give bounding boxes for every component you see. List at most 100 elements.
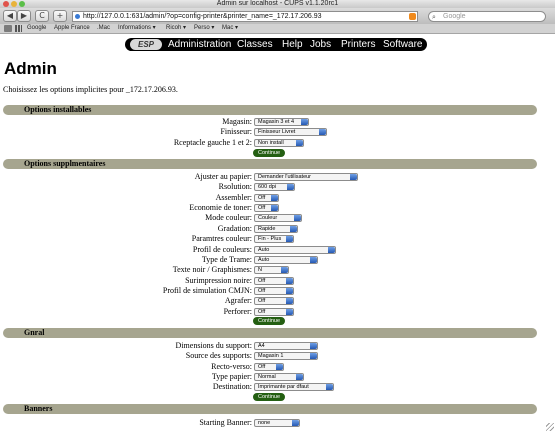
option-select-perforer[interactable]: Off (254, 308, 294, 316)
select-arrow-icon (301, 119, 308, 125)
option-select-assembler[interactable]: Off (254, 194, 279, 202)
bookmarks-book-icon[interactable] (4, 25, 12, 32)
nav-jobs[interactable]: Jobs (310, 38, 331, 51)
continue-button[interactable]: Continue (253, 149, 285, 157)
window-titlebar: Admin sur localhost - CUPS v1.1.20rc1 (0, 0, 555, 8)
option-select-starting-banner[interactable]: none (254, 419, 300, 427)
address-bar[interactable]: http://127.0.0.1:631/admin/?op=config-pr… (72, 11, 418, 22)
option-select-texte-noir[interactable]: N (254, 266, 289, 274)
esp-logo[interactable]: ESP (130, 39, 162, 50)
intro-text: Choisissez les options implicites pour _… (3, 85, 178, 94)
select-arrow-icon (271, 205, 278, 211)
option-label: Mode couleur: (205, 213, 252, 222)
select-arrow-icon (271, 195, 278, 201)
option-label: Recto-verso: (211, 362, 252, 371)
option-label: Type de Trame: (201, 255, 252, 264)
option-label: Dimensions du support: (175, 341, 252, 350)
option-label: Texte noir / Graphismes: (172, 265, 252, 274)
zoom-window-icon[interactable] (19, 1, 25, 7)
option-label: Magasin: (222, 117, 252, 126)
select-arrow-icon (276, 364, 283, 370)
section-header-general: Gnral (3, 328, 537, 338)
option-select-gradation[interactable]: Rapide (254, 225, 298, 233)
option-label: Rsolution: (218, 182, 252, 191)
bookmark-informations[interactable]: Informations ▾ (118, 24, 156, 33)
select-arrow-icon (350, 174, 357, 180)
select-arrow-icon (328, 247, 335, 253)
option-label: Economie de toner: (189, 203, 252, 212)
bookmark-apple-france[interactable]: Apple France (54, 24, 90, 33)
nav-administration[interactable]: Administration (168, 38, 231, 51)
option-label: Profil de simulation CMJN: (162, 286, 252, 295)
select-arrow-icon (286, 236, 293, 242)
minimize-window-icon[interactable] (11, 1, 17, 7)
reload-button[interactable]: C (35, 10, 49, 22)
option-select-source[interactable]: Magasin 1 (254, 352, 318, 360)
option-label: Destination: (212, 382, 252, 391)
select-arrow-icon (286, 288, 293, 294)
nav-help[interactable]: Help (282, 38, 303, 51)
option-select-dimensions[interactable]: A4 (254, 342, 318, 350)
option-select-resolution[interactable]: 600 dpi (254, 183, 295, 191)
select-arrow-icon (287, 184, 294, 190)
option-select-finisseur[interactable]: Finisseur Livret (254, 128, 327, 136)
select-arrow-icon (286, 278, 293, 284)
option-label: Source des supports: (185, 351, 252, 360)
bookmarks-bar: Google Apple France .Mac Informations ▾ … (0, 24, 555, 34)
option-select-type-trame[interactable]: Auto (254, 256, 318, 264)
rss-icon[interactable] (409, 13, 416, 20)
option-label: Type papier: (211, 372, 252, 381)
option-label: Agrafer: (224, 296, 252, 305)
option-select-agrafer[interactable]: Off (254, 297, 294, 305)
option-select-recto-verso[interactable]: Off (254, 363, 284, 371)
option-select-type-papier[interactable]: Normal (254, 373, 304, 381)
option-label: Ajuster au papier: (194, 172, 252, 181)
continue-button[interactable]: Continue (253, 317, 285, 325)
close-window-icon[interactable] (3, 1, 9, 7)
select-arrow-icon (310, 257, 317, 263)
bookmark-mac[interactable]: .Mac (97, 24, 110, 33)
add-bookmark-button[interactable]: + (53, 10, 67, 22)
select-arrow-icon (286, 309, 293, 315)
option-select-parametres-couleur[interactable]: Fin - Plus (254, 235, 294, 243)
search-field[interactable]: ⌕ Google (428, 11, 546, 22)
option-select-ajuster[interactable]: Demander l'utilisateur (254, 173, 358, 181)
bookmarks-grid-icon[interactable] (15, 25, 22, 32)
select-arrow-icon (326, 384, 333, 390)
option-select-receptacle[interactable]: Non install (254, 139, 304, 147)
bookmark-google[interactable]: Google (27, 24, 46, 33)
option-select-mode-couleur[interactable]: Couleur (254, 214, 302, 222)
nav-classes[interactable]: Classes (237, 38, 273, 51)
select-arrow-icon (310, 343, 317, 349)
search-placeholder: Google (443, 13, 466, 20)
option-select-profil-cmjn[interactable]: Off (254, 287, 294, 295)
option-select-magasin[interactable]: Magasin 3 et 4 (254, 118, 309, 126)
option-label: Profil de couleurs: (192, 245, 252, 254)
nav-software[interactable]: Software (383, 38, 422, 51)
select-arrow-icon (294, 215, 301, 221)
option-label: Starting Banner: (199, 418, 252, 427)
option-label: Surimpression noire: (185, 276, 252, 285)
option-label: Paramtres couleur: (191, 234, 252, 243)
bookmark-ricoh[interactable]: Ricoh ▾ (166, 24, 186, 33)
nav-printers[interactable]: Printers (341, 38, 375, 51)
option-select-destination[interactable]: Imprimante par dfaut (254, 383, 334, 391)
section-header-supplementaires: Options supplmentaires (3, 159, 537, 169)
forward-button[interactable]: ▶ (17, 10, 31, 22)
option-label: Finisseur: (220, 127, 252, 136)
resize-grip-icon[interactable] (546, 423, 554, 431)
back-button[interactable]: ◀ (3, 10, 17, 22)
option-label: Rceptacle gauche 1 et 2: (173, 138, 252, 147)
continue-button[interactable]: Continue (253, 393, 285, 401)
select-arrow-icon (281, 267, 288, 273)
option-select-surimpression[interactable]: Off (254, 277, 294, 285)
select-arrow-icon (296, 374, 303, 380)
bookmark-mac-folder[interactable]: Mac ▾ (222, 24, 238, 33)
option-select-economie-toner[interactable]: Off (254, 204, 279, 212)
option-label: Assembler: (215, 193, 252, 202)
select-arrow-icon (286, 298, 293, 304)
bookmark-perso[interactable]: Perso ▾ (194, 24, 214, 33)
select-arrow-icon (319, 129, 326, 135)
option-label: Perforer: (223, 307, 252, 316)
option-select-profil-couleurs[interactable]: Auto (254, 246, 336, 254)
